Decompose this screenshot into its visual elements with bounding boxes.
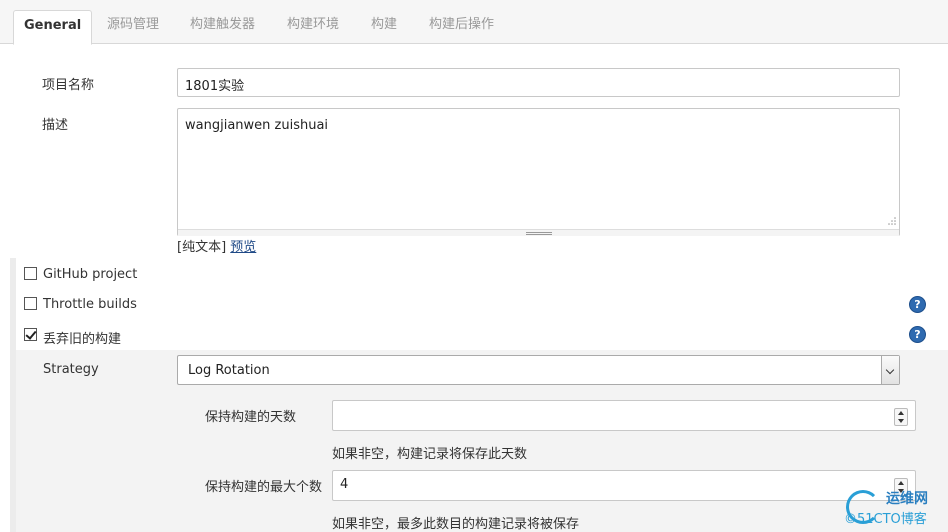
tab-general[interactable]: General xyxy=(13,10,93,45)
description-label: 描述 xyxy=(42,118,69,133)
tab-build[interactable]: 构建 xyxy=(361,10,407,44)
days-to-keep-label: 保持构建的天数 xyxy=(205,410,297,425)
discard-old-builds-help-icon[interactable]: ? xyxy=(909,326,926,343)
drag-handle-icon xyxy=(526,232,552,235)
watermark-line2: ©51CTO博客 xyxy=(844,512,927,527)
plain-text-label: [纯文本] xyxy=(177,240,227,255)
tab-build-triggers[interactable]: 构建触发器 xyxy=(180,10,265,44)
throttle-builds-label: Throttle builds xyxy=(43,297,137,312)
max-builds-hint: 如果非空，最多此数目的构建记录将被保存 xyxy=(332,517,580,532)
textarea-drag-handle[interactable] xyxy=(178,229,899,236)
format-info: [纯文本] 预览 xyxy=(177,236,256,255)
throttle-builds-checkbox[interactable] xyxy=(24,297,37,310)
tab-post-build-actions[interactable]: 构建后操作 xyxy=(419,10,504,44)
max-builds-label: 保持构建的最大个数 xyxy=(205,480,323,495)
project-name-label: 项目名称 xyxy=(42,78,95,93)
days-to-keep-hint: 如果非空，构建记录将保存此天数 xyxy=(332,447,528,462)
max-builds-input[interactable]: 4 xyxy=(332,470,916,501)
description-value: wangjianwen zuishuai xyxy=(185,118,329,133)
watermark-line1: 运维网 xyxy=(886,491,928,507)
tab-build-environment[interactable]: 构建环境 xyxy=(277,10,349,44)
chevron-down-icon[interactable] xyxy=(881,356,899,384)
resize-grip-icon[interactable] xyxy=(888,217,896,225)
project-name-value: 1801实验 xyxy=(185,79,245,94)
throttle-builds-help-icon[interactable]: ? xyxy=(909,296,926,313)
preview-link[interactable]: 预览 xyxy=(230,240,256,255)
github-project-checkbox[interactable] xyxy=(24,267,37,280)
description-textarea[interactable]: wangjianwen zuishuai xyxy=(177,108,900,236)
watermark: 运维网 ©51CTO博客 xyxy=(842,488,948,532)
strategy-select[interactable]: Log Rotation xyxy=(177,355,900,385)
project-name-input[interactable]: 1801实验 xyxy=(177,68,900,97)
strategy-selected-value: Log Rotation xyxy=(188,363,270,378)
days-to-keep-input[interactable] xyxy=(332,400,916,431)
discard-old-builds-label: 丢弃旧的构建 xyxy=(43,332,122,347)
max-builds-value: 4 xyxy=(340,477,349,492)
config-tab-bar: General 源码管理 构建触发器 构建环境 构建 构建后操作 xyxy=(0,0,948,45)
days-to-keep-stepper-icon[interactable] xyxy=(894,408,908,426)
discard-old-builds-checkbox[interactable] xyxy=(24,328,37,341)
tab-source-code-management[interactable]: 源码管理 xyxy=(97,10,169,44)
strategy-label: Strategy xyxy=(43,362,99,377)
github-project-label: GitHub project xyxy=(43,267,138,282)
